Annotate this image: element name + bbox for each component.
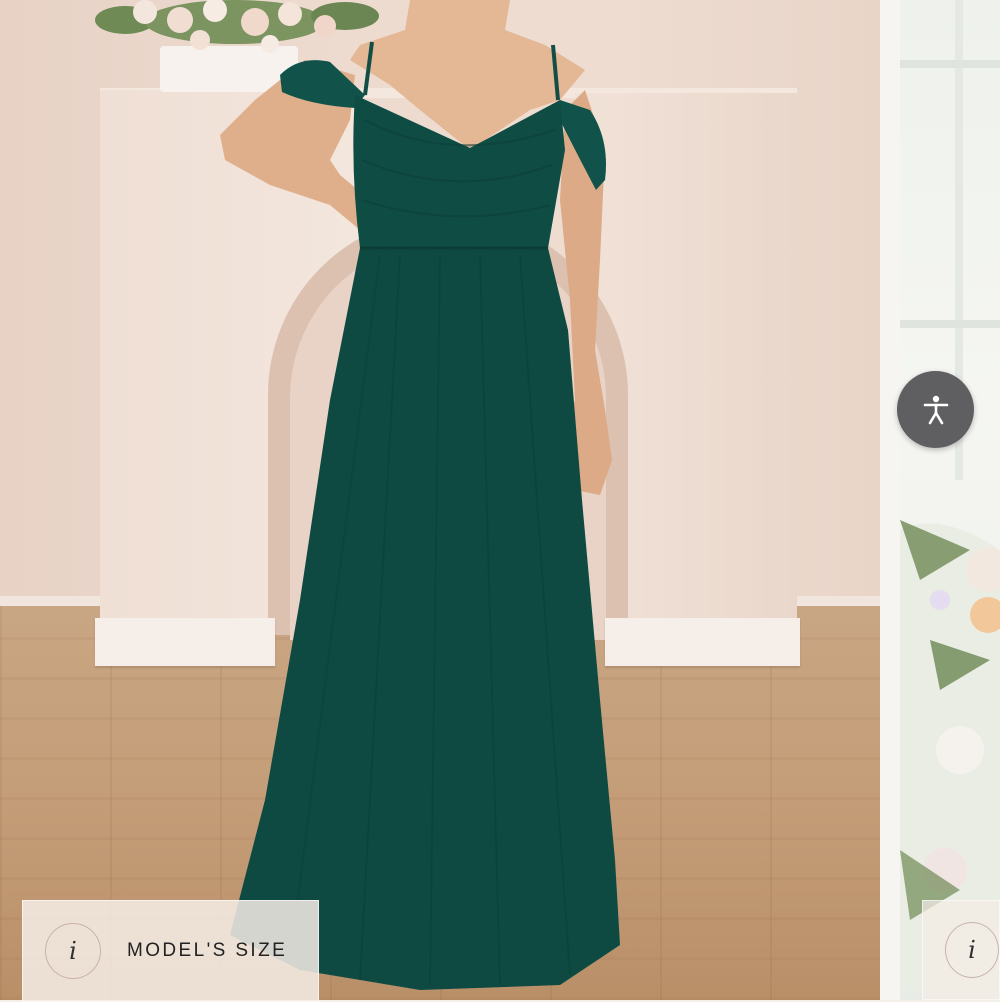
window-bar [900,320,1000,328]
product-photo-next[interactable] [900,0,1000,1000]
product-image-gallery: i MODEL'S SIZE i [0,0,1000,1002]
model-figure [220,0,620,990]
models-size-button[interactable]: i MODEL'S SIZE [22,900,319,1002]
accessibility-button[interactable] [897,371,974,448]
models-size-label: MODEL'S SIZE [127,940,288,961]
gallery-gutter [880,0,900,1000]
info-icon: i [945,922,999,978]
product-photo-main[interactable] [0,0,880,1000]
models-size-button-next[interactable]: i [922,900,1000,1000]
accessibility-icon [923,395,948,424]
window-bar [900,60,1000,68]
info-icon: i [45,923,101,979]
